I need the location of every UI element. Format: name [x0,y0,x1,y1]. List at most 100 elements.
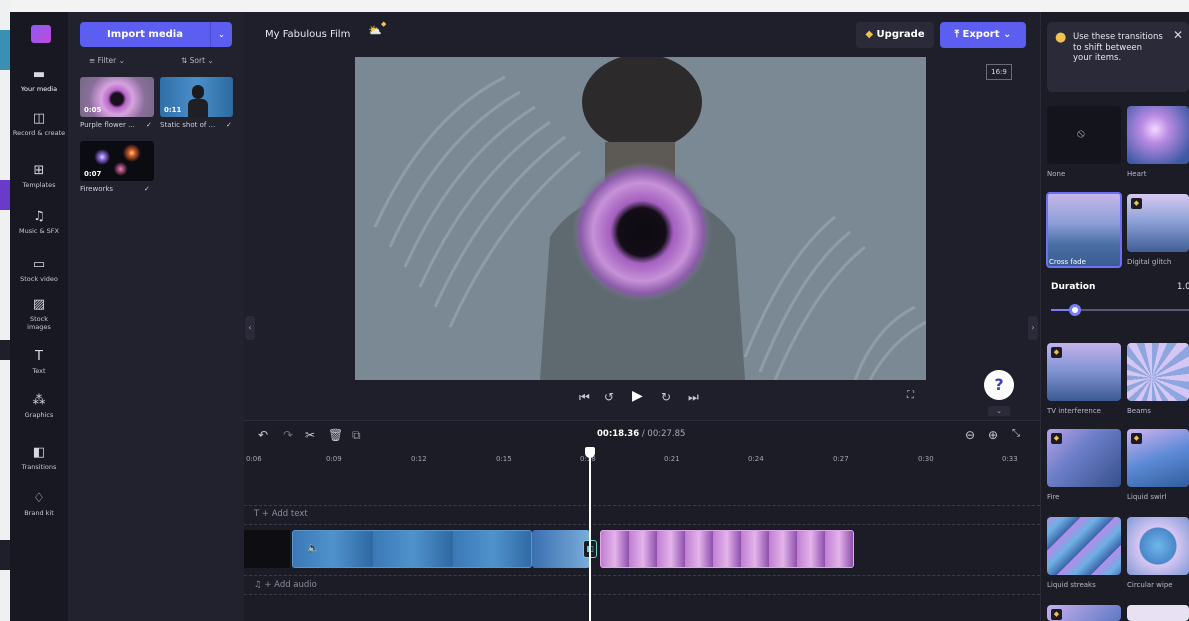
transition-label: Liquid swirl [1127,493,1167,501]
sort-icon: ⇅ [181,56,190,65]
project-title[interactable]: My Fabulous Film [254,22,358,48]
transition-item-partial[interactable] [1127,605,1189,621]
timeline-tick: 0:21 [664,455,680,463]
timeline-clip-transition-segment[interactable] [532,530,590,568]
timeline-tick: 0:27 [833,455,849,463]
background-window-strip [0,0,10,621]
premium-diamond-icon: ◆ [1051,433,1062,444]
help-button[interactable]: ? [984,370,1014,400]
volume-icon[interactable]: 🔈 [307,543,319,554]
delete-icon[interactable]: 🗑 [328,428,343,442]
folder-icon: ▬ [32,67,46,82]
sidebar-item-templates[interactable]: ⊞ Templates [10,164,68,190]
collapse-preview-button[interactable]: ⌄ [988,406,1010,416]
sidebar-item-record-create[interactable]: ◫ Record & create [10,112,68,138]
upgrade-label: Upgrade [876,29,925,40]
undo-icon[interactable]: ↶ [258,428,268,442]
sidebar-item-graphics[interactable]: ⁂ Graphics [10,393,68,420]
timeline-clip-static-shot[interactable]: 🔈 [292,530,532,568]
media-item-duration: 0:11 [164,106,182,114]
transition-liquid-streaks[interactable] [1047,517,1121,575]
check-icon: ✓ [144,185,150,193]
chevron-down-icon: ⌄ [205,56,214,65]
sidebar-item-label: Templates [22,181,56,189]
rewind-5s-icon[interactable]: ↺ [604,390,614,404]
playhead-handle[interactable] [585,447,595,458]
transition-circular-wipe[interactable] [1127,517,1189,575]
total-time: 00:27.85 [647,429,686,439]
tip-text: Use these transitions to shift between y… [1073,32,1163,63]
sidebar-item-your-media[interactable]: ▬ Your media [10,67,68,94]
zoom-out-icon[interactable]: ⊖ [965,428,975,442]
cloud-sync-off-icon[interactable]: ⛅ [368,24,382,37]
media-item-duration: 0:05 [84,106,102,114]
filter-button[interactable]: ≡ Filter ⌄ [89,56,125,65]
transition-beams[interactable] [1127,343,1189,401]
transition-fire[interactable]: ◆ [1047,429,1121,487]
duplicate-icon[interactable]: ⧉ [352,428,361,443]
transition-none[interactable]: ⦸ [1047,106,1121,164]
forward-5s-icon[interactable]: ↻ [661,390,671,404]
timeline-clip-purple-flower[interactable] [600,530,854,568]
video-preview[interactable] [355,57,926,380]
duration-slider-handle[interactable] [1069,304,1081,316]
text-icon: T [35,349,43,364]
chevron-down-icon[interactable]: ⌄ [210,22,232,47]
upgrade-button[interactable]: ◆ Upgrade [856,22,934,48]
media-item[interactable]: 0:07 [80,141,154,181]
transition-heart[interactable] [1127,106,1189,164]
transition-tv-interference[interactable]: ◆ [1047,343,1121,401]
image-icon: ▨ [32,297,46,312]
sidebar-item-stock-images[interactable]: ▨ Stock images [10,297,68,332]
collapse-media-panel-button[interactable]: ‹ [245,316,255,340]
add-text-track[interactable]: T + Add text [254,509,308,519]
playhead[interactable] [589,447,591,621]
timeline-clip-fireworks[interactable] [244,530,290,568]
media-item-name: Purple flower ... [80,121,135,129]
close-icon[interactable]: ✕ [1173,28,1183,42]
media-item[interactable]: 0:11 [160,77,233,117]
skip-to-start-icon[interactable]: ⏮ [579,390,590,405]
sidebar-item-text[interactable]: T Text [10,349,68,376]
no-transition-icon: ⦸ [1077,126,1085,140]
transition-item-partial[interactable]: ◆ [1047,605,1121,621]
brand-kit-icon: ♢ [33,491,45,506]
split-scissors-icon[interactable]: ✂ [305,428,315,442]
sidebar-item-stock-video[interactable]: ▭ Stock video [10,258,68,284]
check-icon: ✓ [226,121,232,129]
sidebar-item-label: Text [32,367,46,375]
premium-diamond-icon: ◆ [1051,609,1062,620]
music-note-icon: ♫ [254,580,265,590]
transition-label: Digital glitch [1127,258,1172,266]
transition-label: None [1047,170,1066,178]
sidebar-item-music-sfx[interactable]: ♫ Music & SFX [10,210,68,236]
transition-label: Beams [1127,407,1151,415]
sidebar-item-brand-kit[interactable]: ♢ Brand kit [10,491,68,518]
sort-button[interactable]: ⇅ Sort ⌄ [181,56,214,65]
skip-to-end-icon[interactable]: ⏭ [688,390,699,405]
sidebar-item-transitions[interactable]: ◧ Transitions [10,445,68,472]
zoom-in-icon[interactable]: ⊕ [988,428,998,442]
chevron-down-icon: ⌄ [999,29,1012,40]
play-button[interactable]: ▶ [632,388,643,404]
graphics-icon: ⁂ [32,393,46,408]
import-media-button[interactable]: Import media ⌄ [80,22,232,47]
track-divider [244,594,1040,595]
transitions-icon: ◧ [32,445,46,460]
add-audio-track[interactable]: ♫ + Add audio [254,580,317,590]
add-audio-label: + Add audio [264,580,317,590]
media-item-duration: 0:07 [84,170,102,178]
premium-diamond-icon: ◆ [1131,433,1142,444]
upload-icon: ⤒ [954,29,963,40]
transition-label: Circular wipe [1127,581,1173,589]
media-item[interactable]: 0:05 [80,77,154,117]
transition-cross-fade[interactable] [1046,192,1122,268]
fullscreen-icon[interactable]: ⛶ [907,390,914,401]
transition-digital-glitch[interactable]: ◆ [1127,194,1189,252]
timeline-tick: 0:09 [326,455,342,463]
aspect-ratio-button[interactable]: 16:9 [986,64,1012,80]
transition-liquid-swirl[interactable]: ◆ [1127,429,1189,487]
export-button[interactable]: ⤒ Export ⌄ [940,22,1026,48]
collapse-properties-panel-button[interactable]: › [1028,316,1038,340]
fit-timeline-icon[interactable]: ⤡ [1012,428,1020,439]
